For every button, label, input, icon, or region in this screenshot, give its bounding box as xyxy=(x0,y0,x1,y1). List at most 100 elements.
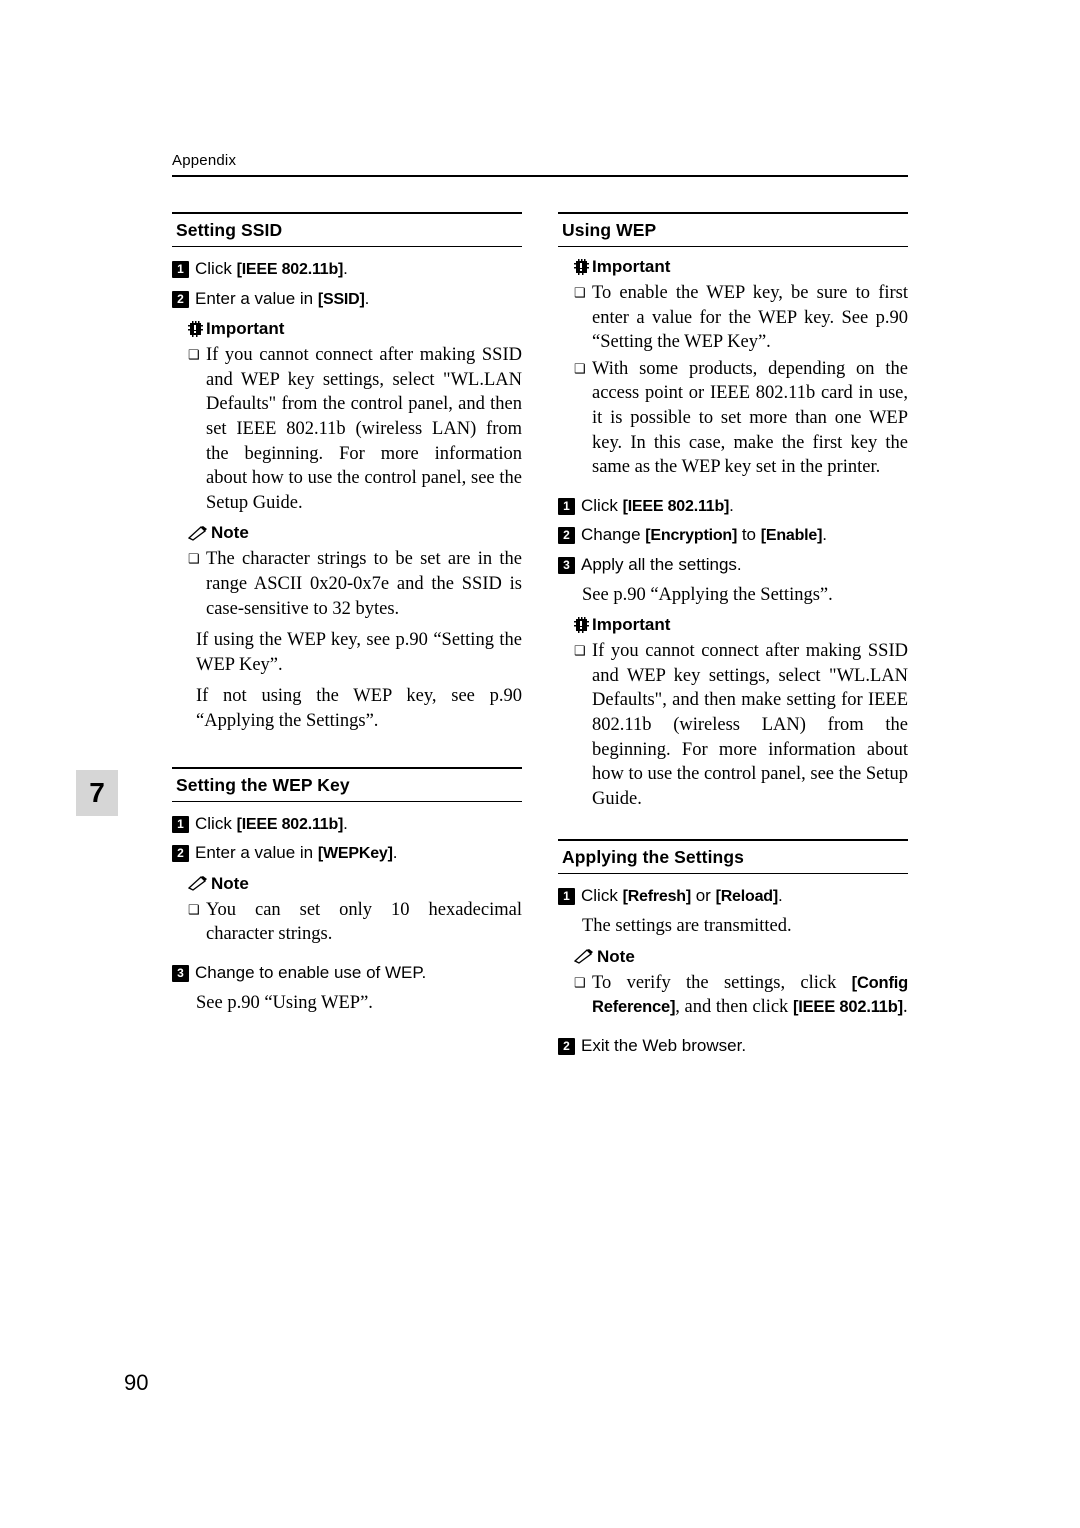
important-icon xyxy=(574,617,589,634)
section-setting-ssid: Setting SSID 1 Click [IEEE 802.11b]. 2 E… xyxy=(172,212,522,734)
step-suffix: . xyxy=(343,259,348,278)
step-text: Change [Encryption] to [Enable]. xyxy=(581,523,908,548)
pencil-note-icon xyxy=(188,525,208,541)
step-number: 3 xyxy=(558,557,575,575)
section-bottom-rule xyxy=(558,246,908,247)
step-number: 1 xyxy=(172,261,189,278)
pencil-note-icon xyxy=(574,949,594,964)
step-item: 1 Click [Refresh] or [Reload]. xyxy=(558,884,908,909)
step-keyword: [SSID] xyxy=(317,290,365,308)
step-item: 2 Exit the Web browser. xyxy=(558,1034,908,1059)
body-paragraph: See p.90 “Using WEP”. xyxy=(196,992,373,1013)
note-callout-heading: Note xyxy=(188,523,522,543)
bullet-text: You can set only 10 hexadecimal characte… xyxy=(206,899,522,945)
step-keyword: [IEEE 802.11b] xyxy=(622,497,730,515)
step-text: Enter a value in [SSID]. xyxy=(195,287,522,312)
note-keyword-2: [IEEE 802.11b] xyxy=(792,998,903,1017)
step-number: 2 xyxy=(558,1037,575,1055)
bullet-item: ❑ If you cannot connect after making SSI… xyxy=(574,639,908,811)
important-callout-heading: Important xyxy=(574,615,908,635)
body-paragraph: The settings are transmitted. xyxy=(582,916,792,937)
body-paragraph: See p.90 “Applying the Settings”. xyxy=(582,584,833,605)
page-number: 90 xyxy=(124,1370,149,1395)
step-keyword-2: [Enable] xyxy=(760,527,823,545)
section-title: Using WEP xyxy=(562,220,657,240)
step-number: 2 xyxy=(558,527,575,545)
bullet-marker: ❑ xyxy=(574,360,586,376)
note-label: Note xyxy=(597,946,635,966)
step-prefix: Enter a value in xyxy=(195,843,318,863)
step-text: Apply all the settings. xyxy=(581,555,742,575)
step-suffix: . xyxy=(343,813,348,833)
note-label: Note xyxy=(211,873,249,893)
note-callout-heading: Note xyxy=(188,874,522,894)
important-label: Important xyxy=(592,615,671,635)
step-item: 2 Enter a value in [SSID]. xyxy=(172,287,522,312)
step-prefix: Change xyxy=(581,525,646,545)
step-text: Click [IEEE 802.11b]. xyxy=(195,812,522,837)
page-header: Appendix xyxy=(172,152,908,177)
bullet-marker: ❑ xyxy=(574,974,586,990)
section-bottom-rule xyxy=(558,873,908,875)
section-setting-wep-key: Setting the WEP Key 1 Click [IEEE 802.11… xyxy=(172,766,522,1016)
section-title: Applying the Settings xyxy=(562,847,744,868)
left-column: Setting SSID 1 Click [IEEE 802.11b]. 2 E… xyxy=(172,212,522,1019)
bullet-item: ❑ The character strings to be set are in… xyxy=(188,547,522,621)
step-keyword: [WEPKey] xyxy=(317,845,393,863)
bullet-item: ❑ To enable the WEP key, be sure to firs… xyxy=(574,281,908,355)
header-rule xyxy=(172,175,908,177)
important-callout-heading: Important xyxy=(188,319,522,339)
step-suffix: . xyxy=(822,525,827,545)
right-column: Using WEP Important ❑ To enable the WEP … xyxy=(558,212,908,1063)
note-end-text: . xyxy=(902,997,908,1018)
step-keyword: [IEEE 802.11b] xyxy=(236,815,344,833)
step-prefix: Click xyxy=(195,259,237,278)
section-bottom-rule xyxy=(172,800,522,802)
step-number: 2 xyxy=(172,290,189,308)
step-mid: to xyxy=(737,525,761,545)
note-mid-text: , and then click xyxy=(675,997,793,1018)
important-label: Important xyxy=(206,319,285,339)
important-callout-heading: Important xyxy=(574,257,908,277)
step-number: 1 xyxy=(172,815,189,833)
note-label: Note xyxy=(211,523,249,543)
step-text: Click [IEEE 802.11b]. xyxy=(195,257,522,282)
section-title: Setting SSID xyxy=(176,220,283,240)
step-suffix: . xyxy=(777,886,783,906)
bullet-marker: ❑ xyxy=(188,551,200,567)
bullet-item: ❑ You can set only 10 hexadecimal charac… xyxy=(188,898,522,947)
bullet-marker: ❑ xyxy=(188,901,200,917)
bullet-text: With some products, depending on the acc… xyxy=(592,358,908,478)
step-text: Change to enable use of WEP. xyxy=(195,963,427,983)
step-number: 2 xyxy=(172,845,189,863)
step-text: Exit the Web browser. xyxy=(581,1035,747,1055)
step-prefix: Click xyxy=(581,495,623,515)
step-number: 1 xyxy=(558,497,575,515)
bullet-item: ❑ If you cannot connect after making SSI… xyxy=(188,343,522,515)
bullet-text: To verify the settings, click [Config Re… xyxy=(592,971,908,1020)
step-keyword: [Refresh] xyxy=(622,888,692,906)
section-applying-the-settings: Applying the Settings 1 Click [Refresh] … xyxy=(558,839,908,1058)
step-item: 1 Click [IEEE 802.11b]. xyxy=(558,494,908,519)
note-callout-heading: Note xyxy=(574,947,908,967)
section-bottom-rule xyxy=(172,246,522,247)
step-text: Click [IEEE 802.11b]. xyxy=(581,494,908,519)
important-icon xyxy=(188,321,203,338)
body-paragraph: If using the WEP key, see p.90 “Setting … xyxy=(196,630,522,675)
step-number: 1 xyxy=(558,888,575,906)
body-paragraph: If not using the WEP key, see p.90 “Appl… xyxy=(196,686,522,731)
step-item: 3 Apply all the settings. xyxy=(558,553,908,578)
step-item: 2 Change [Encryption] to [Enable]. xyxy=(558,523,908,548)
step-number: 3 xyxy=(172,965,189,983)
bullet-item: ❑ To verify the settings, click [Config … xyxy=(574,971,908,1020)
bullet-marker: ❑ xyxy=(574,285,586,300)
step-prefix: Click xyxy=(195,813,237,833)
bullet-marker: ❑ xyxy=(574,643,586,659)
step-prefix: Click xyxy=(581,886,623,906)
section-title: Setting the WEP Key xyxy=(176,774,350,795)
step-text: Enter a value in [WEPKey]. xyxy=(195,841,522,866)
step-suffix: . xyxy=(364,288,370,308)
step-item: 2 Enter a value in [WEPKey]. xyxy=(172,841,522,866)
pencil-note-icon xyxy=(188,876,208,892)
important-icon xyxy=(574,259,589,275)
